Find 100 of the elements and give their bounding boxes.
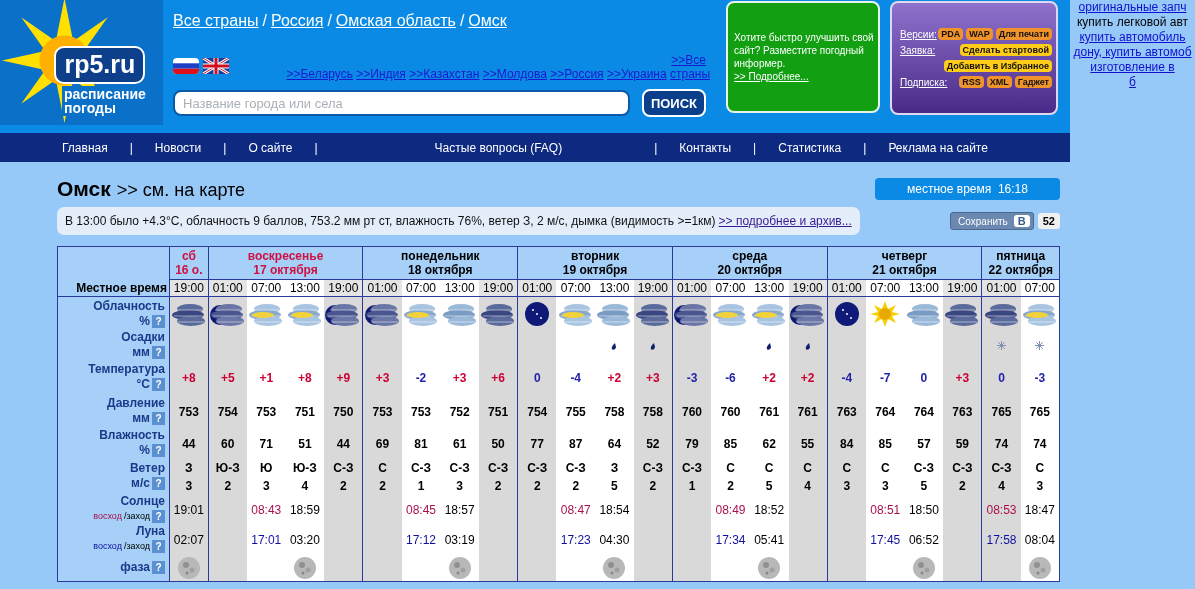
save-button[interactable]: Сохранить В [950,212,1034,230]
day-header: пятница 22 октября [981,246,1060,280]
service-badge[interactable]: PDA [938,28,964,40]
pressure-value: 754 [217,404,238,419]
unit-label: % [139,313,150,329]
nav-link[interactable]: Частые вопросы (FAQ) [434,140,563,155]
time-cell: 01:00 [517,279,557,297]
pressure-value: 753 [410,404,431,419]
humidity-value: 87 [569,436,583,451]
archive-link[interactable]: >> подробнее и архив... [718,214,852,228]
wind-value: С-З 2 [333,461,354,493]
time-cell: 07:00 [1020,279,1060,297]
service-badge[interactable]: Для печати [995,28,1052,40]
service-badge[interactable]: RSS [959,76,984,88]
temperature-value: 0 [998,371,1005,385]
service-link[interactable]: Заявка: [900,44,936,56]
moon-time: 03:19 [444,533,475,547]
help-icon[interactable]: ? [152,443,165,457]
moon-time: 17:23 [560,533,591,547]
temperature-value: +3 [955,371,970,385]
sun-time: 08:49 [715,503,746,517]
time-cell: 01:00 [827,279,866,297]
nav-separator: | [223,140,227,155]
service-badge[interactable]: XML [986,76,1012,88]
unit-label: % [139,442,150,458]
temperature-value: -4 [570,371,582,385]
pressure-value: 753 [256,404,277,419]
help-icon[interactable]: ? [152,540,165,553]
service-badge[interactable]: Сделать стартовой [959,44,1052,56]
humidity-value: 69 [375,436,390,451]
wind-value: З 5 [610,461,619,493]
moon-time: 04:30 [599,533,630,547]
time-cell: 13:00 [904,279,944,297]
humidity-value: 85 [723,436,738,451]
temperature-value: -3 [1034,371,1046,385]
breadcrumb-link[interactable]: Омская область [335,12,456,29]
temperature-value: +2 [800,371,815,385]
help-icon[interactable]: ? [152,411,165,425]
sun-time: 18:52 [754,503,785,517]
nav-link[interactable]: Статистика [778,140,842,155]
help-icon[interactable]: ? [152,510,165,523]
service-badge[interactable]: Добавить в Избранное [943,60,1052,72]
temperature-value: +3 [375,371,390,385]
moon-time: 03:20 [289,533,320,547]
time-cell: 13:00 [285,279,325,297]
nav-separator: | [753,140,757,155]
pressure-value: 752 [449,404,470,419]
help-icon[interactable]: ? [152,378,165,391]
british-flag-icon[interactable] [203,58,229,74]
help-icon[interactable]: ? [152,346,165,359]
nav-link[interactable]: Главная [62,140,108,155]
pressure-value: 758 [604,404,625,419]
temperature-value: +2 [607,371,622,385]
time-cell: 13:00 [595,279,634,297]
ad-link[interactable]: купить автомобиль [1079,30,1186,45]
time-cell: 01:00 [362,279,402,297]
wind-value: С-З 2 [642,461,663,493]
moon-time: 06:52 [908,533,939,547]
help-icon[interactable]: ? [152,561,165,574]
service-badge[interactable]: Гаджет [1014,76,1052,88]
pressure-value: 750 [333,404,354,419]
nav-link[interactable]: Новости [154,140,202,155]
wind-value: С-З 2 [488,461,509,493]
search-field[interactable]: Название города или села [173,90,630,116]
help-icon[interactable]: ? [152,314,165,328]
temperature-value: +9 [336,371,351,385]
help-icon[interactable]: ? [152,477,165,490]
humidity-value: 57 [917,436,931,451]
time-cell: 19:00 [633,279,673,297]
breadcrumb-link[interactable]: Омск [468,12,507,29]
service-badge[interactable]: WAP [966,28,993,40]
pressure-value: 764 [875,404,896,419]
humidity-value: 79 [685,436,699,451]
ad-link[interactable]: б [1129,75,1136,90]
time-cell: 13:00 [749,279,789,297]
unit-label: м/с [131,476,150,491]
temperature-value: +8 [298,371,312,385]
nav-link[interactable]: Реклама на сайте [888,140,988,155]
ad-link[interactable]: изготовление в [1090,60,1175,75]
city-title: Омск [57,177,111,200]
ad-link[interactable]: оригинальные запч [1078,0,1187,15]
service-link[interactable]: Подписка: [900,76,948,88]
logo-tagline: расписание погоды [62,86,148,116]
nav-link[interactable]: Контакты [679,140,732,155]
nav-link[interactable]: О сайте [248,140,293,155]
wind-value: С 5 [764,461,774,493]
day-header: понедельник 18 октября [362,246,518,280]
promo-link[interactable]: >> Подробнее... [734,70,878,83]
breadcrumb-link[interactable]: Россия [270,12,324,29]
humidity-value: 44 [336,436,350,451]
logo-domain[interactable]: rp5.ru [54,46,146,84]
service-link[interactable]: Версии: [900,28,937,40]
search-button[interactable]: ПОИСК [641,89,706,117]
russian-flag-icon[interactable] [173,58,199,74]
map-link[interactable]: >> см. на карте [116,180,246,200]
breadcrumb-link[interactable]: Все страны [173,12,259,29]
ad-link[interactable]: дону, купить автомоб [1073,45,1192,60]
temperature-value: -2 [415,371,427,385]
row-label: Влажность [99,427,165,443]
local-time: местное время 16:18 [875,178,1060,200]
